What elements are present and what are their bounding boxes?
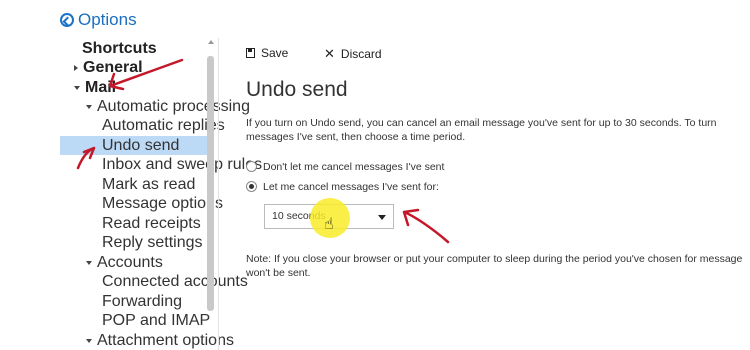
annotation-arrow-select <box>402 208 450 244</box>
annotation-layer <box>76 58 450 244</box>
annotation-arrow-mail <box>108 58 184 91</box>
annotation-arrow-undo <box>76 146 96 170</box>
